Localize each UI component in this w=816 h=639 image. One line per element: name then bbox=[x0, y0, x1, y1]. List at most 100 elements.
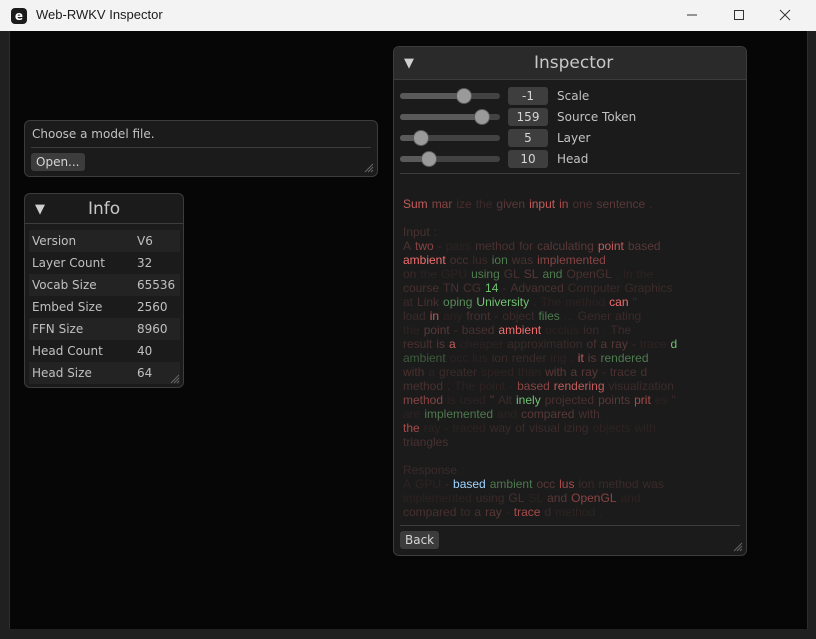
token[interactable]: with bbox=[632, 421, 657, 435]
token[interactable]: a bbox=[598, 337, 609, 351]
token[interactable]: visual bbox=[527, 421, 562, 435]
token[interactable]: ion bbox=[576, 477, 596, 491]
token[interactable]: one bbox=[570, 197, 594, 211]
token[interactable]: objects bbox=[590, 421, 632, 435]
token[interactable]: to bbox=[458, 505, 472, 519]
source-token-slider-track[interactable] bbox=[400, 109, 500, 125]
token[interactable]: Gener bbox=[576, 309, 613, 323]
token[interactable]: occ bbox=[448, 351, 471, 365]
token[interactable]: - bbox=[504, 505, 512, 519]
token[interactable]: ray bbox=[483, 505, 504, 519]
token[interactable]: ion bbox=[490, 351, 510, 365]
token[interactable]: Input bbox=[401, 225, 432, 239]
token[interactable]: occ bbox=[448, 253, 471, 267]
scale-value-field[interactable]: -1 bbox=[508, 87, 548, 105]
token[interactable]: based bbox=[460, 323, 497, 337]
token[interactable]: implemented bbox=[422, 407, 495, 421]
token[interactable]: Alt bbox=[496, 393, 514, 407]
token[interactable]: : bbox=[459, 463, 466, 477]
source-token-slider-handle[interactable] bbox=[474, 109, 490, 125]
token[interactable]: . bbox=[601, 323, 608, 337]
token[interactable]: d bbox=[639, 365, 650, 379]
token[interactable]: OpenGL bbox=[569, 491, 618, 505]
token[interactable]: , bbox=[568, 351, 575, 365]
resize-grip-icon[interactable] bbox=[364, 163, 374, 173]
token[interactable]: SL bbox=[526, 491, 545, 505]
token[interactable]: The bbox=[609, 323, 634, 337]
token[interactable]: a bbox=[472, 505, 483, 519]
token[interactable]: . bbox=[450, 435, 457, 449]
token[interactable]: on bbox=[401, 267, 418, 281]
token[interactable]: ... bbox=[562, 309, 576, 323]
maximize-button[interactable] bbox=[716, 0, 762, 31]
token[interactable]: using bbox=[469, 267, 502, 281]
token[interactable]: ion bbox=[581, 323, 601, 337]
token[interactable]: way bbox=[488, 421, 513, 435]
token[interactable]: using bbox=[474, 491, 507, 505]
token[interactable]: with bbox=[543, 365, 568, 379]
head-slider-track[interactable] bbox=[400, 151, 500, 167]
token[interactable]: rendered bbox=[598, 351, 650, 365]
token[interactable]: " bbox=[488, 393, 496, 407]
token[interactable]: mar bbox=[430, 197, 455, 211]
token[interactable]: can bbox=[607, 295, 630, 309]
token[interactable]: visualization bbox=[607, 379, 676, 393]
token[interactable]: University bbox=[474, 295, 531, 309]
token[interactable]: GL bbox=[506, 491, 526, 505]
token[interactable]: ray bbox=[579, 365, 600, 379]
token[interactable]: render bbox=[510, 351, 549, 365]
token[interactable]: calculating bbox=[535, 239, 596, 253]
token[interactable]: result bbox=[401, 337, 434, 351]
token[interactable]: files bbox=[536, 309, 561, 323]
token[interactable]: inely bbox=[514, 393, 543, 407]
token[interactable]: traced bbox=[450, 421, 487, 435]
minimize-button[interactable] bbox=[669, 0, 715, 31]
token[interactable]: and bbox=[540, 267, 564, 281]
token[interactable]: based bbox=[451, 477, 488, 491]
token[interactable]: and bbox=[495, 407, 519, 421]
token[interactable]: Graphics bbox=[622, 281, 674, 295]
token[interactable]: is bbox=[445, 393, 458, 407]
token[interactable]: a bbox=[447, 337, 458, 351]
token[interactable]: course bbox=[401, 281, 441, 295]
token[interactable]: ambient bbox=[488, 477, 535, 491]
token[interactable]: ray bbox=[609, 337, 630, 351]
token[interactable]: used bbox=[458, 393, 488, 407]
layer-value-field[interactable]: 5 bbox=[508, 129, 548, 147]
token[interactable]: ing bbox=[548, 351, 568, 365]
token[interactable]: the bbox=[635, 267, 656, 281]
token[interactable]: implemented bbox=[535, 253, 608, 267]
token[interactable]: the bbox=[474, 197, 495, 211]
token[interactable]: at bbox=[401, 295, 415, 309]
token[interactable]: ray bbox=[422, 421, 443, 435]
token[interactable]: the bbox=[401, 323, 422, 337]
source-token-value-field[interactable]: 159 bbox=[508, 108, 548, 126]
token[interactable]: in bbox=[557, 197, 570, 211]
token[interactable]: of bbox=[513, 421, 527, 435]
token[interactable]: The bbox=[538, 295, 563, 309]
token[interactable]: A bbox=[401, 477, 413, 491]
token[interactable]: GPU bbox=[413, 477, 443, 491]
token[interactable]: front bbox=[464, 309, 492, 323]
token[interactable]: was bbox=[510, 253, 535, 267]
token[interactable]: rendering bbox=[552, 379, 607, 393]
token[interactable]: given bbox=[494, 197, 527, 211]
token[interactable]: - bbox=[452, 323, 460, 337]
token[interactable]: for bbox=[517, 239, 535, 253]
token[interactable]: cheaper bbox=[458, 337, 505, 351]
token[interactable]: trace bbox=[638, 337, 669, 351]
token[interactable]: . bbox=[647, 197, 654, 211]
resize-grip-icon[interactable] bbox=[733, 542, 743, 552]
token[interactable]: trace bbox=[512, 505, 543, 519]
token[interactable]: lus bbox=[470, 351, 489, 365]
token[interactable]: ambient bbox=[401, 351, 448, 365]
token[interactable]: SL bbox=[522, 267, 541, 281]
collapse-triangle-icon[interactable]: ▼ bbox=[404, 56, 414, 71]
token[interactable]: input bbox=[527, 197, 557, 211]
token[interactable]: based bbox=[626, 239, 663, 253]
scale-slider-handle[interactable] bbox=[456, 88, 472, 104]
token[interactable]: ion bbox=[490, 253, 510, 267]
token[interactable]: prit bbox=[632, 393, 653, 407]
token[interactable]: d bbox=[669, 337, 680, 351]
token[interactable]: based bbox=[515, 379, 552, 393]
